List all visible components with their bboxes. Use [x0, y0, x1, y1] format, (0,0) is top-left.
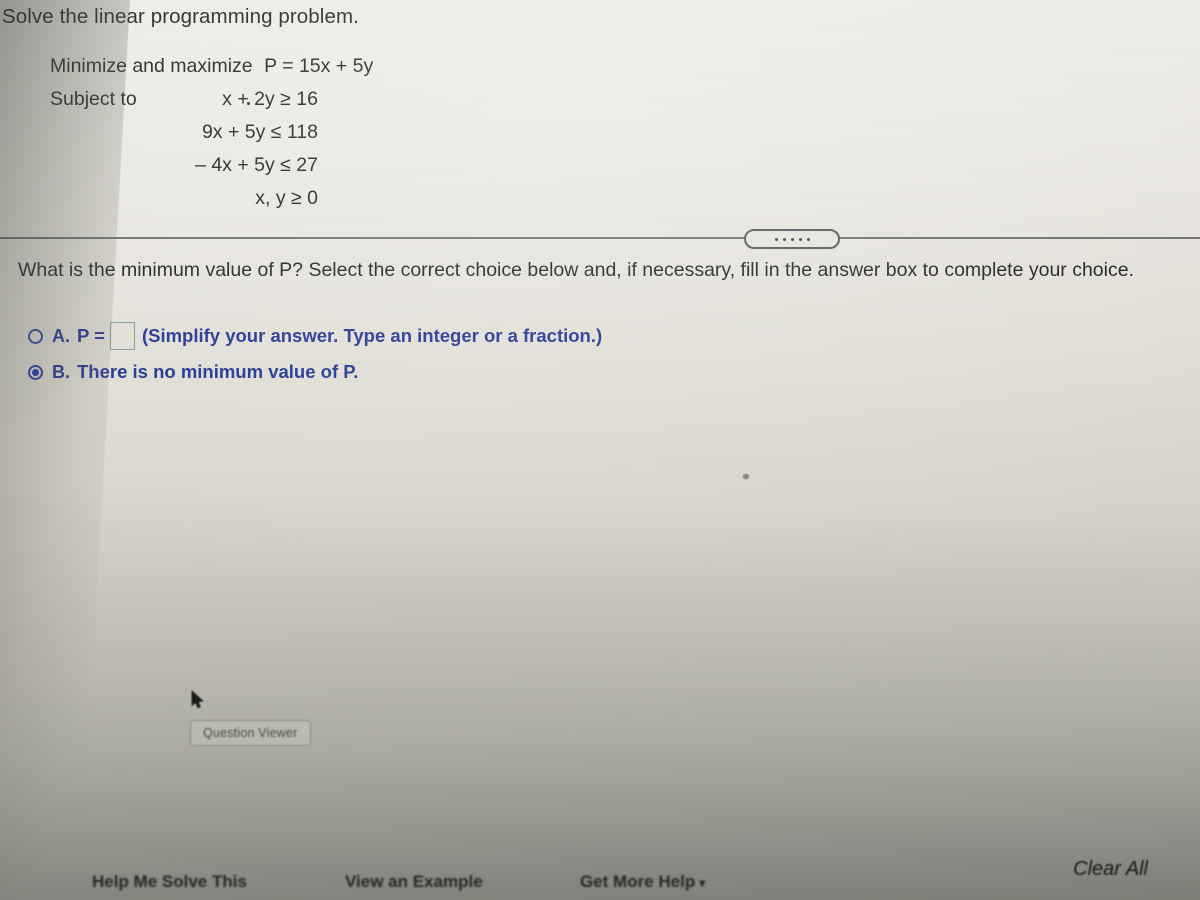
constraint-3-relation: ≤ [280, 154, 291, 176]
choice-a-prefix: P = [77, 325, 105, 346]
constraint-2: 9x + 5y ≤ 118 [178, 116, 318, 149]
view-an-example-button[interactable]: View an Example [345, 872, 483, 892]
constraint-row-4: x, y ≥ 0 [50, 182, 373, 215]
constraint-1-rhs: 16 [296, 88, 318, 110]
constraint-1-lhs: x + 2y [222, 88, 275, 110]
constraint-1-relation: ≥ [280, 88, 291, 110]
choice-a-body: P = (Simplify your answer. Type an integ… [77, 322, 602, 350]
answer-choices: A. P = (Simplify your answer. Type an in… [28, 318, 602, 390]
chevron-down-icon: ▾ [699, 876, 706, 890]
constraint-4-relation: ≥ [291, 187, 302, 209]
subject-to-label: Subject to [50, 88, 137, 110]
constraint-4-rhs: 0 [307, 187, 318, 209]
choice-a[interactable]: A. P = (Simplify your answer. Type an in… [28, 318, 602, 354]
handle-dot-icon [790, 237, 794, 241]
divider-line-left [0, 237, 748, 239]
get-more-help-button[interactable]: Get More Help ▾ [580, 872, 705, 892]
page-title: Solve the linear programming problem. [2, 5, 359, 28]
problem-page: Solve the linear programming problem. Mi… [0, 0, 1200, 900]
choice-b[interactable]: B. There is no minimum value of P. [28, 354, 602, 390]
choice-a-hint: (Simplify your answer. Type an integer o… [141, 325, 603, 346]
handle-dot-icon [774, 237, 778, 241]
objective-row: Minimize and maximize P = 15x + 5y [50, 50, 373, 83]
constraint-2-relation: ≤ [270, 121, 282, 143]
handle-dot-icon [806, 237, 810, 241]
choice-b-label: There is no minimum value of P. [77, 361, 359, 382]
constraint-4-lhs: x, y [255, 187, 286, 209]
bottom-toolbar: Help Me Solve This View an Example Get M… [0, 838, 1200, 900]
choice-b-letter: B. [52, 361, 70, 382]
constraint-row-2: 9x + 5y ≤ 118 [50, 116, 373, 149]
constraint-2-rhs: 118 [286, 121, 318, 143]
constraint-4: x, y ≥ 0 [178, 182, 318, 215]
question-prompt: What is the minimum value of P? Select t… [18, 259, 1134, 281]
clear-all-button[interactable]: Clear All [1073, 858, 1148, 881]
get-more-help-label: Get More Help [580, 872, 696, 891]
handle-dot-icon [782, 237, 786, 241]
constraint-2-lhs: 9x + 5y [201, 121, 266, 143]
constraint-3-lhs: – 4x + 5y [195, 154, 275, 176]
question-viewer-button[interactable]: Question Viewer [190, 720, 311, 746]
objective-expression: P = 15x + 5y [264, 55, 374, 77]
divider-line-right [838, 237, 1200, 239]
help-me-solve-this-button[interactable]: Help Me Solve This [92, 872, 247, 892]
constraint-row-3: – 4x + 5y ≤ 27 [50, 149, 373, 182]
constraint-1: x + 2y ≥ 16 [178, 83, 318, 116]
section-divider [0, 229, 1200, 251]
constraint-3-rhs: 27 [296, 154, 318, 176]
collapse-handle[interactable] [744, 229, 840, 249]
objective-label: Minimize and maximize [50, 55, 253, 77]
choice-a-letter: A. [52, 325, 70, 346]
constraint-3: – 4x + 5y ≤ 27 [178, 149, 318, 182]
problem-statement: Minimize and maximize P = 15x + 5y Subje… [50, 50, 373, 215]
radio-choice-b[interactable] [28, 364, 43, 380]
dust-speck [743, 474, 749, 479]
answer-input[interactable] [109, 322, 135, 350]
constraint-row-1: Subject to x + 2y ≥ 16 [50, 83, 373, 116]
mouse-cursor-icon [191, 690, 205, 710]
handle-dot-icon [798, 237, 802, 241]
radio-choice-a[interactable] [28, 328, 43, 344]
